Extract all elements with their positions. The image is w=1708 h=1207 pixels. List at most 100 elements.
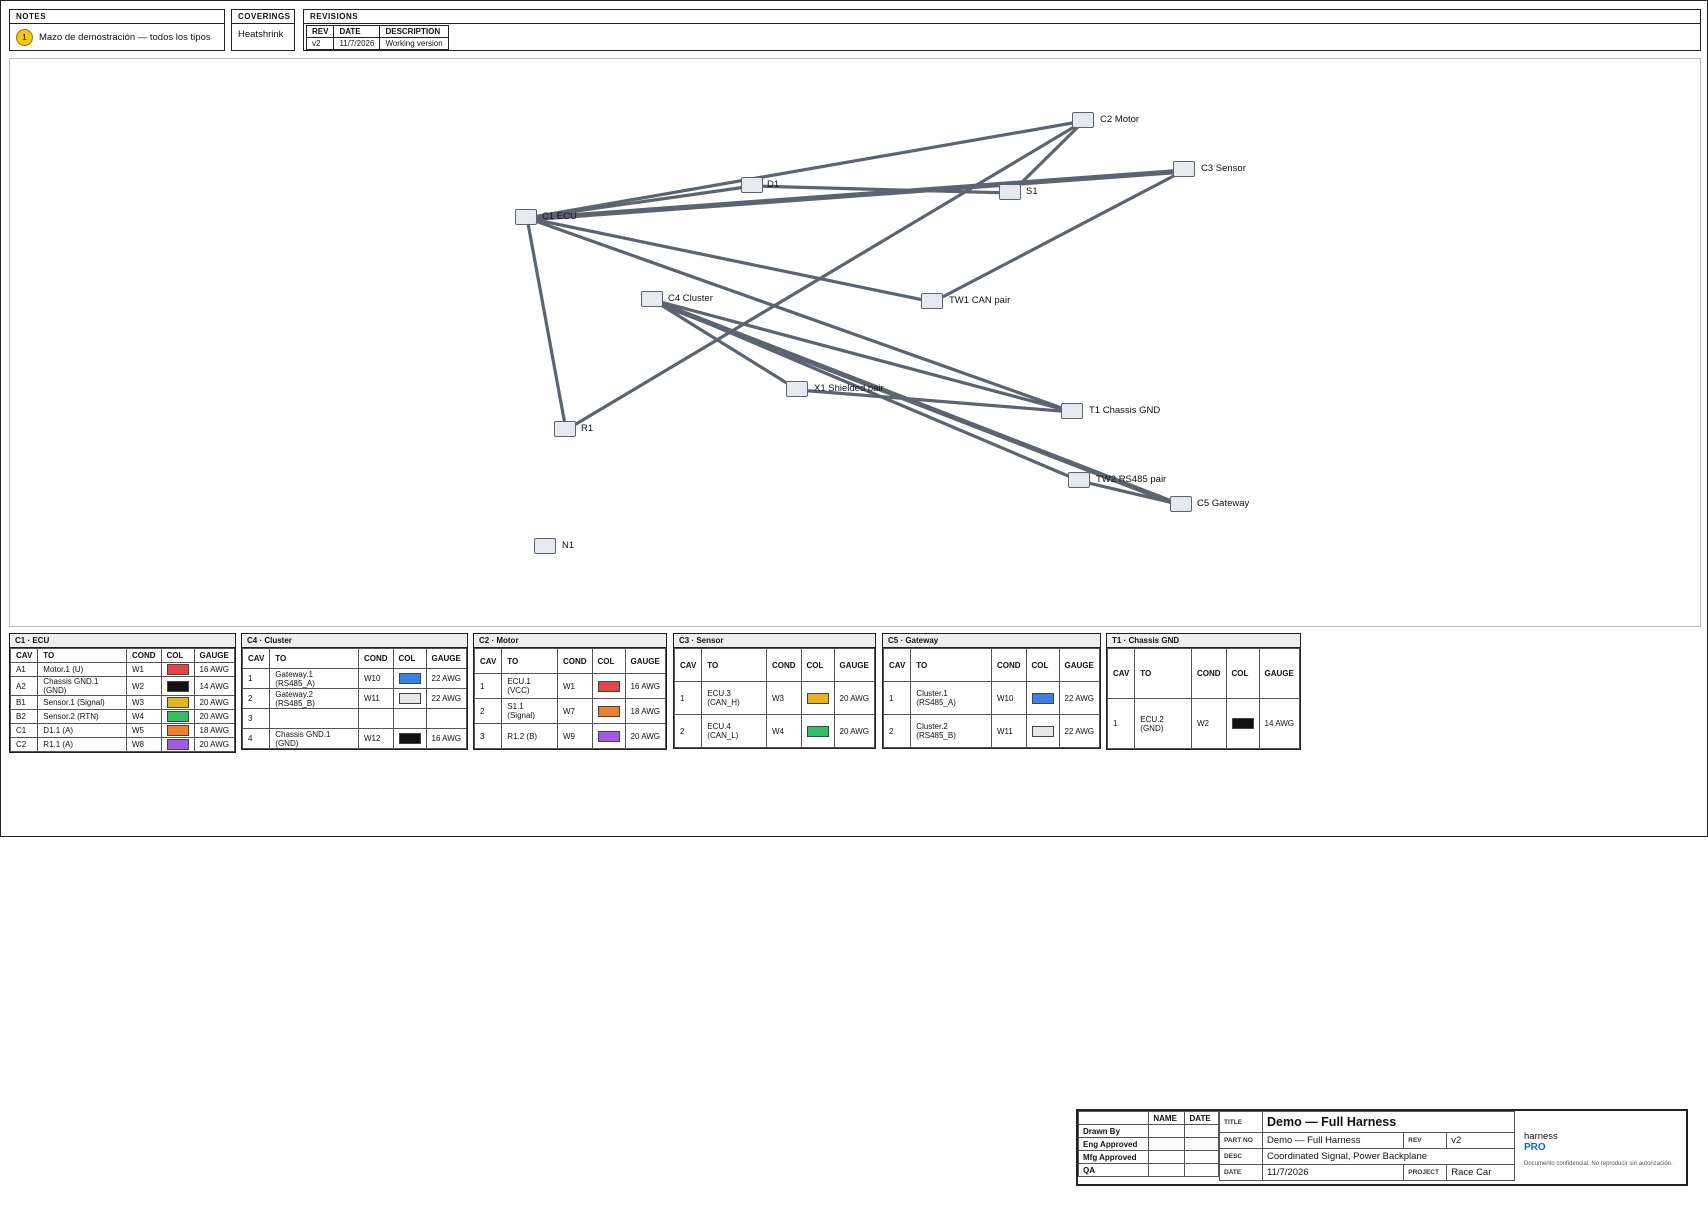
- gauge-cell: 16 AWG: [624, 673, 667, 699]
- cav-cell: 3: [473, 723, 503, 749]
- connector-table-title: C2 · Motor: [474, 634, 666, 648]
- node-x1[interactable]: [786, 381, 808, 397]
- node-label-ecu: C1 ECU: [542, 211, 577, 222]
- to-cell: ECU.4 (CAN_L): [701, 714, 767, 748]
- node-n1[interactable]: [534, 538, 556, 554]
- col-header: COL: [591, 648, 626, 674]
- qa-label: QA: [1077, 1163, 1150, 1177]
- mfg-approved-date[interactable]: [1184, 1150, 1219, 1164]
- wire-cluster-x1[interactable]: [651, 298, 800, 392]
- node-motor[interactable]: [1072, 112, 1094, 128]
- gauge-cell: 20 AWG: [833, 681, 876, 715]
- connector-pin-table: CAV TO COND COL GAUGE 1 ECU.2 (GND) W2 14 AWG: [1106, 648, 1301, 749]
- date-key: DATE: [1219, 1164, 1263, 1181]
- title-key: TITLE: [1219, 1111, 1263, 1133]
- wire-ecu-sensor[interactable]: [525, 168, 1187, 220]
- node-r1[interactable]: [554, 421, 576, 437]
- cav-header: CAV: [473, 648, 503, 674]
- revision-value: v2: [1446, 1132, 1515, 1149]
- approvals-panel: NAME DATE Drawn By Eng Approved Mfg Appr…: [1077, 1111, 1219, 1184]
- gauge-header: GAUGE: [1058, 648, 1101, 682]
- wire-color-swatch: [597, 730, 620, 742]
- cond-cell: W8: [125, 737, 162, 752]
- harness-diagram[interactable]: C1 ECU C2 Motor C3 Sensor D1 S1 C4 Clust…: [9, 58, 1701, 627]
- gauge-cell: 16 AWG: [193, 662, 235, 677]
- wire-color-swatch: [166, 697, 189, 708]
- wire-color-swatch: [398, 673, 421, 684]
- cav-header: CAV: [882, 648, 912, 682]
- gauge-cell: 20 AWG: [624, 723, 667, 749]
- eng-approved-name[interactable]: [1148, 1137, 1186, 1151]
- wire-color-swatch: [597, 705, 620, 717]
- node-ecu[interactable]: [515, 209, 537, 225]
- node-d1[interactable]: [741, 177, 763, 193]
- gauge-cell: 14 AWG: [1258, 698, 1301, 749]
- col-cell: [591, 723, 626, 749]
- cond-header: COND: [556, 648, 593, 674]
- node-sensor[interactable]: [1173, 161, 1195, 177]
- eng-approved-date[interactable]: [1184, 1137, 1219, 1151]
- connector-table-title: T1 · Chassis GND: [1107, 634, 1300, 648]
- partno-key: PART NO: [1219, 1132, 1263, 1149]
- connector-pin-table: CAV TO COND COL GAUGE 1 Cluster.1 (RS485_A) W10…: [882, 648, 1101, 748]
- cond-header: COND: [990, 648, 1027, 682]
- drawn-by-date[interactable]: [1184, 1124, 1219, 1138]
- coverings-title: COVERINGS: [232, 10, 294, 24]
- node-tw2[interactable]: [1068, 472, 1090, 488]
- col-cell: [591, 698, 626, 724]
- cond-cell: [357, 708, 394, 729]
- node-cluster[interactable]: [641, 291, 663, 307]
- gauge-cell: 16 AWG: [425, 728, 467, 749]
- cav-cell: 2: [882, 714, 912, 748]
- title-block: NAME DATE Drawn By Eng Approved Mfg Appr…: [1076, 1109, 1688, 1186]
- description-header: DESCRIPTION: [379, 25, 449, 38]
- cond-header: COND: [357, 648, 394, 669]
- col-header: COL: [800, 648, 835, 682]
- qa-date[interactable]: [1184, 1163, 1219, 1177]
- cond-header: COND: [125, 648, 162, 663]
- connector-table-title: C1 · ECU: [10, 634, 235, 648]
- cond-cell: W10: [357, 668, 394, 689]
- cav-cell: 2: [241, 688, 271, 709]
- node-chassis[interactable]: [1061, 403, 1083, 419]
- cav-cell: A2: [9, 676, 39, 696]
- wire-ecu-sensor[interactable]: [525, 170, 1187, 222]
- qa-name[interactable]: [1148, 1163, 1186, 1177]
- revisions-box: REVISIONS REV DATE DESCRIPTION v2 11/7/2…: [303, 9, 1701, 51]
- cond-cell: W11: [990, 714, 1027, 748]
- mfg-approved-name[interactable]: [1148, 1150, 1186, 1164]
- to-cell: ECU.1 (VCC): [501, 673, 558, 699]
- drawn-by-name[interactable]: [1148, 1124, 1186, 1138]
- to-header: TO: [910, 648, 992, 682]
- name-header: NAME: [1148, 1111, 1186, 1125]
- to-cell: [269, 708, 359, 729]
- wire-color-swatch: [166, 739, 189, 750]
- date-header: DATE: [1184, 1111, 1219, 1125]
- cond-cell: W4: [765, 714, 802, 748]
- gauge-cell: [425, 708, 467, 729]
- col-cell: [160, 737, 195, 752]
- title-info-table: TITLE Demo — Full Harness PART NO Demo —…: [1219, 1111, 1515, 1181]
- gauge-cell: 20 AWG: [193, 695, 235, 710]
- description-value: Coordinated Signal, Power Backplane: [1262, 1148, 1515, 1165]
- revision-row: v2 11/7/2026 Working version: [305, 37, 449, 50]
- date-header: DATE: [333, 25, 381, 38]
- node-label-sensor: C3 Sensor: [1201, 163, 1246, 174]
- cav-cell: B2: [9, 709, 39, 724]
- coverings-box: COVERINGS Heatshrink: [231, 9, 295, 51]
- to-header: TO: [269, 648, 359, 669]
- table-row: 2 ECU.4 (CAN_L) W4 20 AWG: [673, 714, 876, 748]
- node-label-tw2: TW2 RS485 pair: [1096, 474, 1167, 485]
- cond-cell: W2: [125, 676, 162, 696]
- col-cell: [392, 688, 427, 709]
- node-tw1[interactable]: [921, 293, 943, 309]
- node-gateway[interactable]: [1170, 496, 1192, 512]
- to-header: TO: [701, 648, 767, 682]
- wire-color-swatch: [398, 733, 421, 744]
- wire-ecu-r1[interactable]: [525, 216, 568, 432]
- cav-cell: 1: [882, 681, 912, 715]
- eng-approved-label: Eng Approved: [1077, 1137, 1150, 1151]
- to-cell: Gateway.1 (RS485_A): [269, 668, 359, 689]
- node-s1[interactable]: [999, 184, 1021, 200]
- connector-pin-table: CAV TO COND COL GAUGE 1 ECU.3 (CAN_H) W3 20 AWG 2…: [673, 648, 876, 748]
